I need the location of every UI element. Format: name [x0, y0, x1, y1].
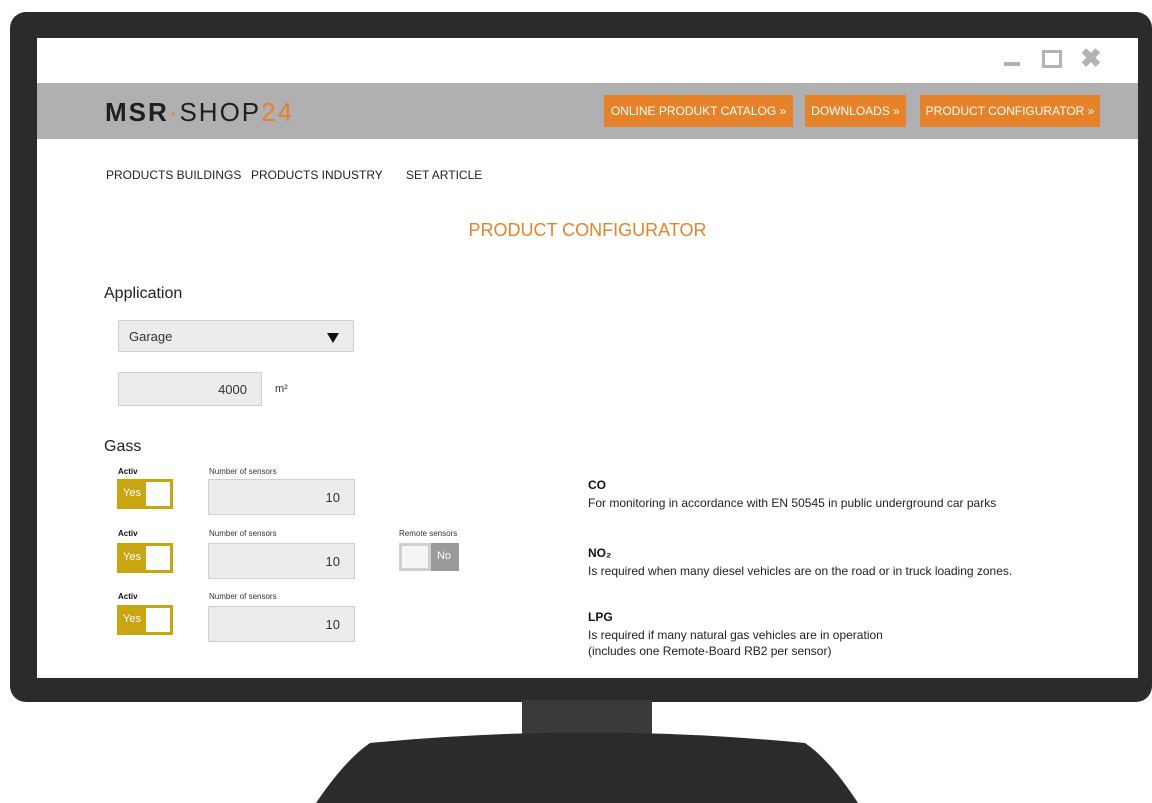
lpg-description-note: (includes one Remote-Board RB2 per senso… — [588, 644, 832, 658]
sensor-count-value: 10 — [325, 617, 340, 632]
sensor-count-value: 10 — [325, 554, 340, 569]
lpg-description: Is required if many natural gas vehicles… — [588, 628, 883, 642]
toggle-label: Yes — [123, 487, 141, 499]
no2-title: NO₂ — [588, 546, 612, 560]
nav-products-industry[interactable]: PRODUCTS INDUSTRY — [251, 168, 383, 182]
co-active-toggle[interactable]: Yes — [117, 479, 173, 509]
toggle-knob — [402, 546, 428, 568]
toggle-label: Yes — [123, 613, 141, 625]
sensor-count-label: Number of sensors — [209, 529, 277, 538]
toggle-knob — [146, 608, 170, 632]
minimize-icon[interactable] — [1004, 62, 1020, 66]
remote-sensors-label: Remote sensors — [399, 529, 458, 538]
close-icon[interactable]: ✖ — [1080, 45, 1102, 71]
maximize-icon[interactable] — [1042, 50, 1062, 68]
logo-part-shop: SHOP — [179, 97, 262, 127]
logo[interactable]: MSR·SHOP24 — [105, 97, 294, 127]
application-title: Application — [104, 285, 183, 302]
sensor-count-label: Number of sensors — [209, 592, 277, 601]
nav-set-article[interactable]: SET ARTICLE — [406, 168, 482, 182]
activ-label: Activ — [118, 529, 138, 538]
application-select[interactable]: Garage — [118, 320, 354, 352]
co-sensor-count-input[interactable]: 10 — [208, 479, 355, 515]
lpg-title: LPG — [588, 610, 613, 624]
sensor-count-label: Number of sensors — [209, 467, 277, 476]
chevron-down-icon — [327, 333, 339, 343]
toggle-knob — [146, 546, 170, 570]
activ-label: Activ — [118, 592, 138, 601]
logo-part-msr: MSR — [105, 97, 169, 127]
online-catalog-button[interactable]: ONLINE PRODUKT CATALOG » — [604, 95, 793, 127]
no2-active-toggle[interactable]: Yes — [117, 543, 173, 573]
lpg-sensor-count-input[interactable]: 10 — [208, 606, 355, 642]
gas-title: Gass — [104, 438, 142, 455]
application-select-value: Garage — [129, 329, 173, 344]
co-description: For monitoring in accordance with EN 505… — [588, 496, 997, 510]
app-screen: ✖ MSR·SHOP24 ONLINE PRODUKT CATALOG » DO… — [37, 38, 1138, 678]
downloads-button[interactable]: DOWNLOADS » — [805, 95, 906, 127]
toggle-label: No — [436, 550, 451, 562]
nav-products-buildings[interactable]: PRODUCTS BUILDINGS — [106, 168, 241, 182]
area-input-value: 4000 — [218, 382, 247, 397]
toggle-label: Yes — [123, 551, 141, 563]
area-input[interactable]: 4000 — [118, 372, 262, 406]
logo-number: 24 — [261, 97, 295, 127]
area-unit: m² — [275, 383, 288, 395]
product-configurator-button[interactable]: PRODUCT CONFIGURATOR » — [920, 95, 1100, 127]
no2-sensor-count-input[interactable]: 10 — [208, 543, 355, 579]
lpg-active-toggle[interactable]: Yes — [117, 605, 173, 635]
logo-dot: · — [168, 97, 180, 127]
page-title: PRODUCT CONFIGURATOR — [468, 220, 707, 240]
remote-sensors-toggle[interactable]: No — [399, 543, 459, 571]
co-title: CO — [588, 478, 606, 492]
no2-description: Is required when many diesel vehicles ar… — [588, 564, 1013, 578]
sensor-count-value: 10 — [325, 490, 340, 505]
header-bar: MSR·SHOP24 ONLINE PRODUKT CATALOG » DOWN… — [37, 83, 1138, 139]
toggle-knob — [146, 482, 170, 506]
activ-label: Activ — [118, 467, 138, 476]
